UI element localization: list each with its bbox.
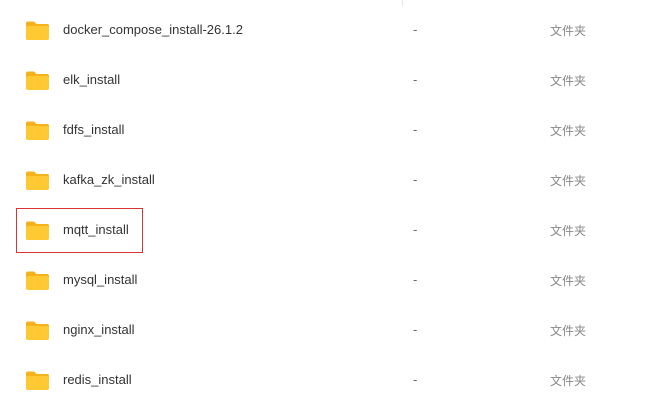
file-type: 文件夹: [550, 274, 587, 288]
file-name: redis_install: [63, 372, 132, 387]
file-size: -: [413, 72, 418, 87]
folder-icon: [26, 121, 49, 140]
folder-icon: [26, 271, 49, 290]
list-item[interactable]: mysql_install - 文件夹: [0, 255, 667, 305]
list-item[interactable]: nginx_install - 文件夹: [0, 305, 667, 355]
folder-icon: [26, 21, 49, 40]
file-type: 文件夹: [550, 174, 587, 188]
file-type: 文件夹: [550, 224, 587, 238]
file-name: fdfs_install: [63, 122, 125, 137]
file-type: 文件夹: [550, 124, 587, 138]
folder-icon: [26, 321, 49, 340]
folder-icon: [26, 171, 49, 190]
file-name: elk_install: [63, 72, 121, 87]
file-size: -: [413, 222, 418, 237]
list-item-selected[interactable]: mqtt_install - 文件夹: [0, 205, 667, 255]
folder-icon: [26, 71, 49, 90]
file-name: docker_compose_install-26.1.2: [63, 22, 243, 37]
file-type: 文件夹: [550, 374, 587, 388]
list-item[interactable]: docker_compose_install-26.1.2 - 文件夹: [0, 5, 667, 55]
file-size: -: [413, 322, 418, 337]
file-name: mqtt_install: [63, 222, 129, 237]
file-size: -: [413, 172, 418, 187]
list-item[interactable]: elk_install - 文件夹: [0, 55, 667, 105]
file-type: 文件夹: [550, 24, 587, 38]
file-name: nginx_install: [63, 322, 135, 337]
file-name: kafka_zk_install: [63, 172, 155, 187]
list-item[interactable]: kafka_zk_install - 文件夹: [0, 155, 667, 205]
file-type: 文件夹: [550, 324, 587, 338]
file-name: mysql_install: [63, 272, 138, 287]
list-item[interactable]: redis_install - 文件夹: [0, 355, 667, 405]
file-type: 文件夹: [550, 74, 587, 88]
list-item[interactable]: fdfs_install - 文件夹: [0, 105, 667, 155]
file-size: -: [413, 122, 418, 137]
file-size: -: [413, 22, 418, 37]
file-size: -: [413, 372, 418, 387]
folder-icon: [26, 221, 49, 240]
file-size: -: [413, 272, 418, 287]
file-list: docker_compose_install-26.1.2 - 文件夹 elk_…: [0, 5, 667, 405]
folder-icon: [26, 371, 49, 390]
